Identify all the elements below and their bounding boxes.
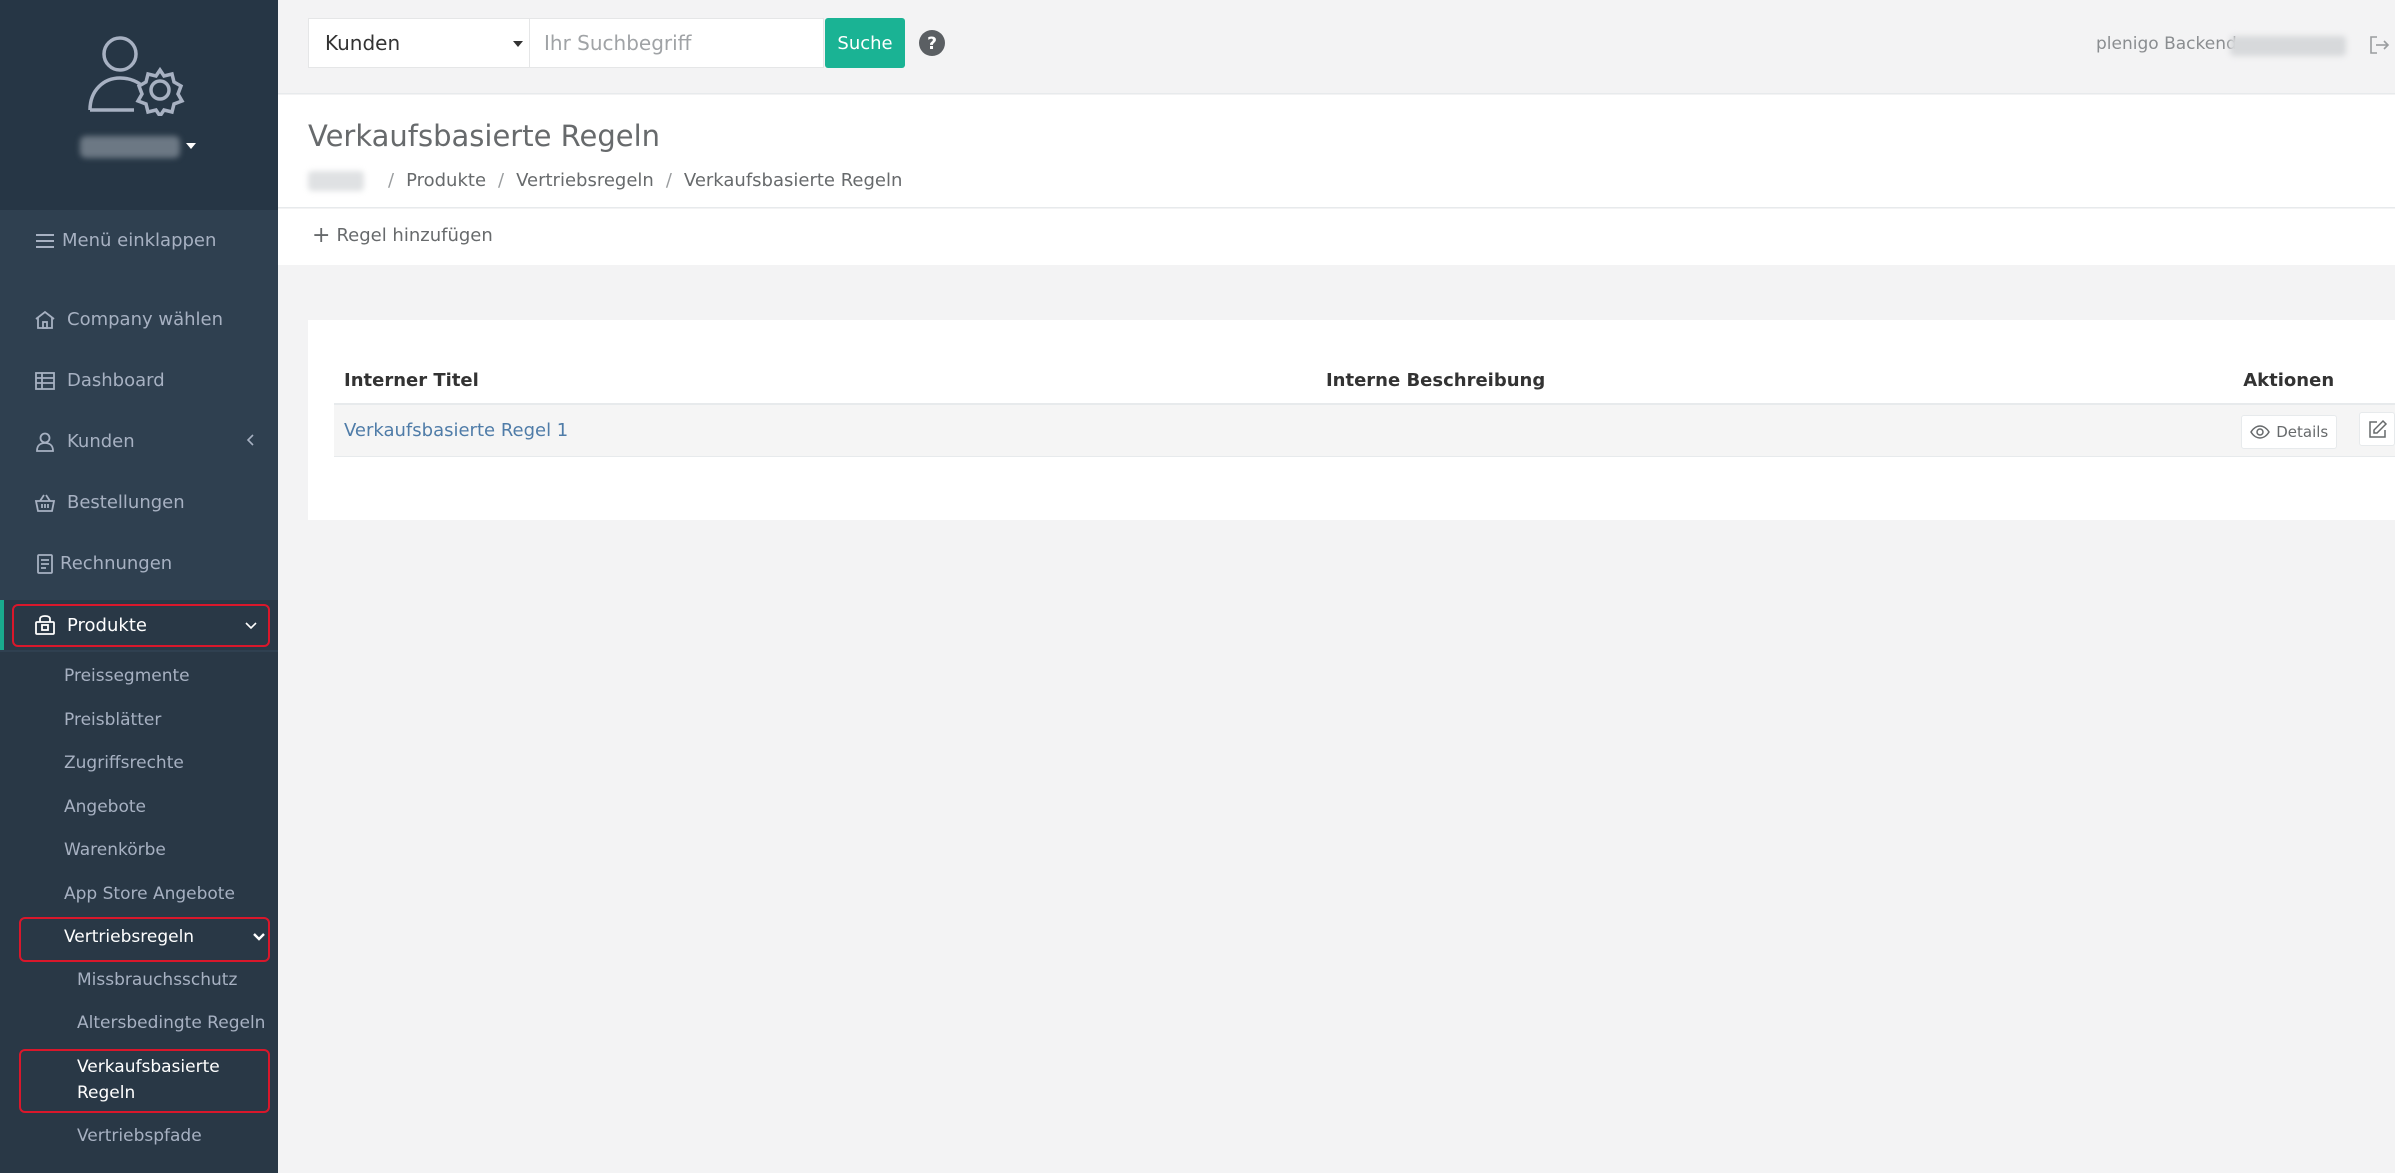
help-icon[interactable]: ? — [918, 29, 946, 57]
backend-user-redacted — [2230, 36, 2346, 56]
page-heading: Verkaufsbasierte Regeln / Produkte / Ver… — [278, 95, 2395, 208]
submenu-item-verkaufsbasierte-regeln[interactable]: Verkaufsbasierte Regeln — [77, 1054, 227, 1106]
submenu-item-preissegmente[interactable]: Preissegmente — [64, 666, 190, 686]
submenu-item-vertriebspfade[interactable]: Vertriebspfade — [77, 1123, 202, 1149]
sidebar-item-dashboard[interactable]: Dashboard — [0, 350, 278, 411]
breadcrumb-separator: / — [665, 170, 672, 191]
add-rule-button[interactable]: + Regel hinzufügen — [312, 222, 493, 248]
rule-description — [1315, 404, 2234, 457]
sidebar-item-company[interactable]: Company wählen — [0, 289, 278, 350]
top-navbar: Kunden Suche ? plenigo Backend — [278, 0, 2395, 94]
caret-down-icon — [513, 41, 523, 47]
edit-icon — [2369, 419, 2388, 438]
table-row: Verkaufsbasierte Regel 1 Details — [334, 404, 2395, 457]
collapse-menu-label: Menü einklappen — [62, 230, 217, 251]
collapse-menu-button[interactable]: Menü einklappen — [0, 210, 278, 271]
rules-table: Interner Titel Interne Beschreibung Akti… — [334, 358, 2395, 457]
svg-text:?: ? — [927, 34, 937, 54]
breadcrumb-item-produkte[interactable]: Produkte — [406, 170, 486, 191]
breadcrumb-item-vertriebsregeln[interactable]: Vertriebsregeln — [516, 170, 654, 191]
user-settings-icon — [88, 36, 185, 116]
basket-icon — [34, 494, 56, 512]
details-label: Details — [2276, 422, 2329, 441]
sidebar-item-kunden[interactable]: Kunden — [0, 411, 278, 472]
chevron-left-icon — [246, 434, 254, 446]
column-header-description: Interne Beschreibung — [1315, 358, 2234, 405]
page-title: Verkaufsbasierte Regeln — [308, 119, 661, 153]
sidebar-item-label: Produkte — [67, 614, 147, 636]
plus-icon: + — [312, 222, 331, 248]
submenu-item-app-store-angebote[interactable]: App Store Angebote — [64, 884, 235, 904]
shopping-bag-icon — [35, 615, 55, 635]
produkte-submenu: Preissegmente Preisblätter Zugriffsrecht… — [0, 652, 278, 1173]
search-input[interactable] — [530, 18, 824, 68]
chevron-down-icon — [245, 622, 257, 630]
edit-button[interactable] — [2359, 411, 2395, 446]
backend-label: plenigo Backend — [2096, 34, 2237, 54]
user-icon — [36, 432, 54, 452]
profile-area — [0, 0, 278, 210]
invoice-icon — [37, 553, 53, 574]
submenu-item-preisblaetter[interactable]: Preisblätter — [64, 710, 161, 730]
search-type-value: Kunden — [325, 31, 401, 55]
breadcrumb-item-current: Verkaufsbasierte Regeln — [683, 170, 903, 191]
sidebar-item-label: Bestellungen — [67, 492, 185, 513]
logout-icon[interactable] — [2368, 34, 2390, 56]
submenu-item-warenkoerbe[interactable]: Warenkörbe — [64, 840, 166, 860]
submenu-item-zugriffsrechte[interactable]: Zugriffsrechte — [64, 753, 184, 773]
table-header-row: Interner Titel Interne Beschreibung Akti… — [334, 358, 2395, 405]
table-grid-icon — [35, 371, 55, 390]
hamburger-icon — [36, 233, 54, 248]
breadcrumb-home-redacted[interactable] — [308, 170, 364, 191]
breadcrumb-separator: / — [388, 170, 395, 191]
submenu-item-angebote[interactable]: Angebote — [64, 797, 146, 817]
submenu-item-vertriebsregeln[interactable]: Vertriebsregeln — [64, 927, 194, 947]
content-box: Interner Titel Interne Beschreibung Akti… — [308, 320, 2395, 520]
sidebar-item-produkte[interactable]: Produkte — [0, 600, 278, 650]
breadcrumb: / Produkte / Vertriebsregeln / Verkaufsb… — [308, 170, 902, 191]
search-type-select[interactable]: Kunden — [308, 18, 530, 68]
caret-down-icon[interactable] — [186, 143, 196, 149]
sidebar-item-label: Dashboard — [67, 370, 165, 391]
eye-icon — [2250, 424, 2271, 439]
submenu-item-altersbedingte-regeln[interactable]: Altersbedingte Regeln — [77, 1010, 265, 1036]
sidebar-item-bestellungen[interactable]: Bestellungen — [0, 472, 278, 533]
add-rule-label: Regel hinzufügen — [336, 225, 493, 246]
username-redacted[interactable] — [80, 136, 180, 158]
rule-title-link[interactable]: Verkaufsbasierte Regel 1 — [344, 420, 568, 441]
toolbar: + Regel hinzufügen — [278, 209, 2395, 265]
sidebar-item-label: Company wählen — [67, 309, 223, 330]
home-icon — [35, 310, 55, 329]
sidebar: Menü einklappen Company wählen Dashboard… — [0, 0, 278, 1173]
sidebar-item-label: Rechnungen — [60, 553, 173, 574]
details-button[interactable]: Details — [2241, 414, 2338, 449]
sidebar-item-rechnungen[interactable]: Rechnungen — [0, 533, 278, 594]
breadcrumb-separator: / — [498, 170, 505, 191]
chevron-down-icon — [253, 933, 265, 941]
sidebar-item-label: Kunden — [67, 431, 135, 452]
column-header-actions: Aktionen — [2233, 358, 2395, 405]
submenu-item-missbrauchsschutz[interactable]: Missbrauchsschutz — [77, 967, 237, 993]
column-header-title: Interner Titel — [334, 358, 1316, 405]
search-button[interactable]: Suche — [825, 18, 905, 68]
